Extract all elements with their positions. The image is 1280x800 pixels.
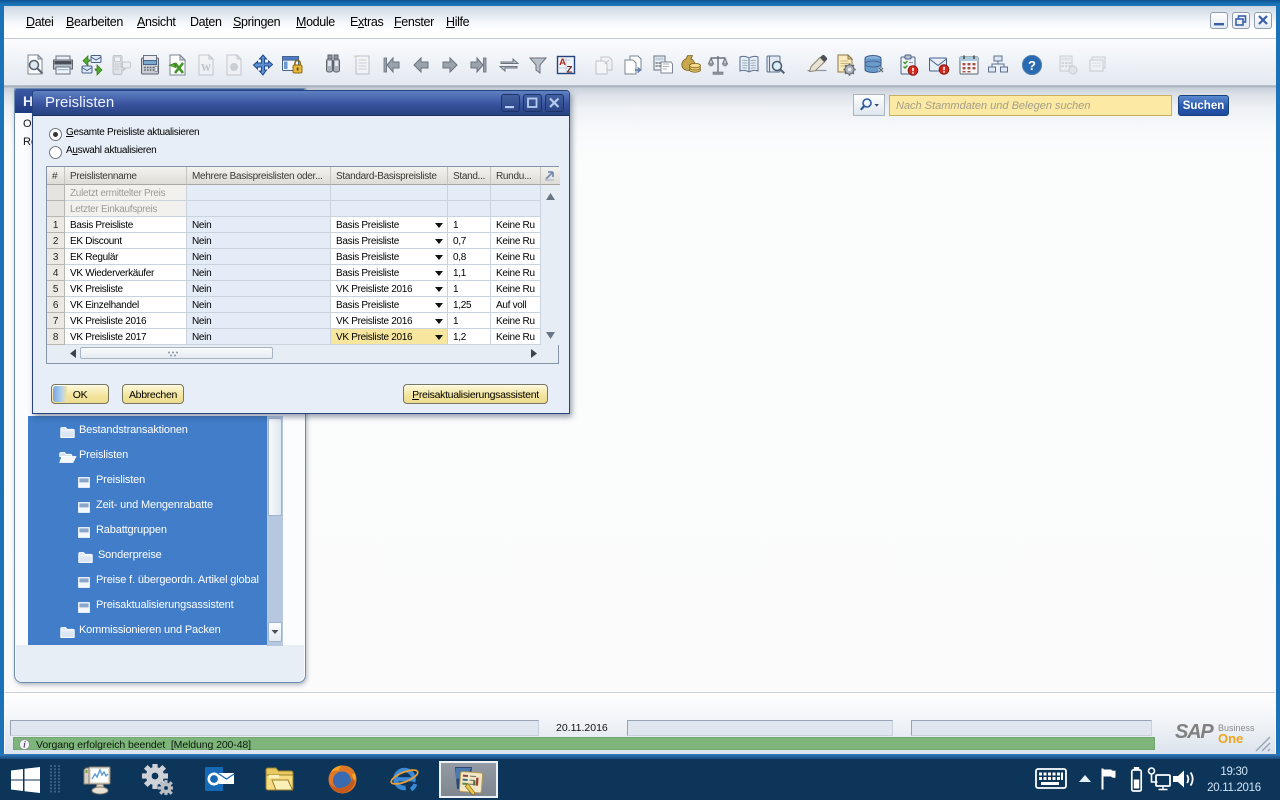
svg-text:Z: Z bbox=[567, 65, 573, 76]
svg-text:?: ? bbox=[1028, 58, 1036, 73]
svg-text:W: W bbox=[201, 63, 211, 74]
svg-text:A: A bbox=[559, 57, 566, 68]
